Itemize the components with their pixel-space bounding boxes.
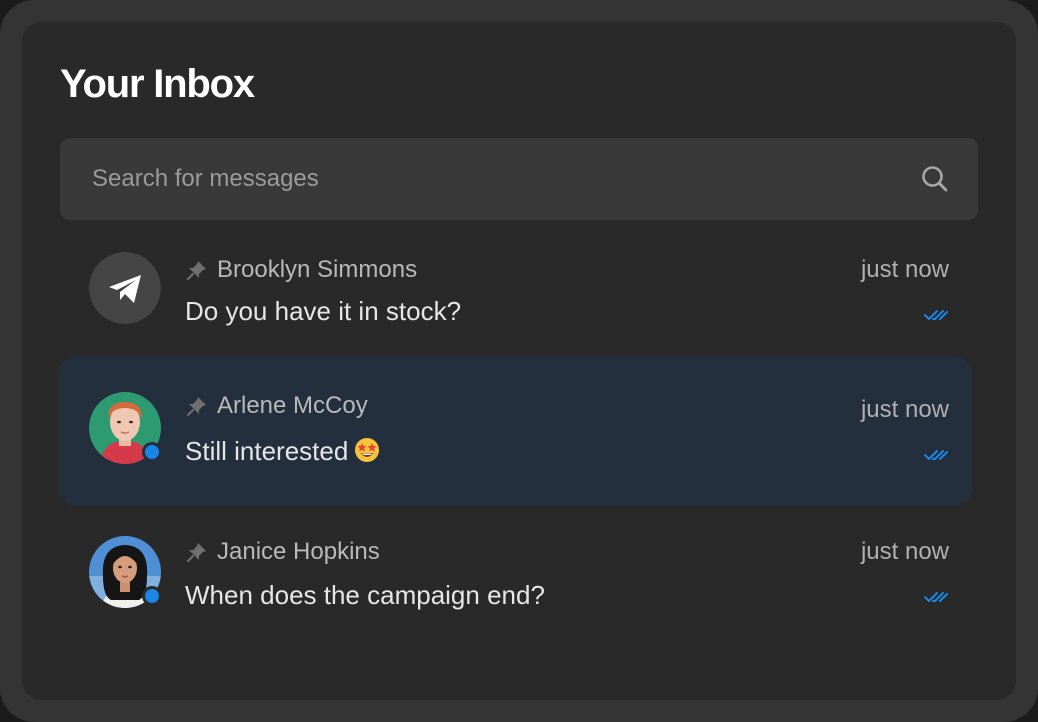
timestamp: just now [860, 538, 949, 565]
double-check-icon [924, 448, 948, 462]
search-input[interactable] [90, 164, 920, 194]
avatar [89, 392, 162, 464]
timestamp: just now [860, 256, 949, 283]
telegram-icon [89, 252, 161, 324]
sender-name: Arlene McCoy [217, 392, 368, 419]
timestamp: just now [860, 396, 949, 423]
sender-name: Brooklyn Simmons [217, 256, 418, 283]
conversation-item-selected[interactable]: Arlene McCoy Still interested just now [58, 356, 972, 506]
page-title: Your Inbox [60, 62, 255, 106]
double-check-icon [924, 590, 948, 604]
message-preview: When does the campaign end? [185, 580, 545, 610]
sender-name: Janice Hopkins [217, 538, 380, 565]
search-bar[interactable] [60, 138, 978, 220]
star-struck-emoji-icon [355, 438, 380, 462]
online-status-dot [142, 586, 162, 606]
conversation-item[interactable]: Janice Hopkins When does the campaign en… [58, 506, 972, 656]
inbox-panel: Your Inbox Search for messages Brooklyn … [22, 22, 1016, 700]
pin-icon [186, 395, 208, 417]
inbox-window-frame: Your Inbox Search for messages Brooklyn … [0, 0, 1038, 722]
message-preview: Still interested [185, 434, 380, 468]
avatar [89, 536, 162, 608]
pin-icon [186, 259, 208, 281]
conversation-item[interactable]: Brooklyn Simmons Do you have it in stock… [58, 222, 972, 372]
message-text: Still interested [185, 436, 349, 466]
message-preview: Do you have it in stock? [185, 296, 462, 326]
online-status-dot [142, 442, 162, 462]
double-check-icon [924, 308, 948, 322]
avatar [89, 252, 161, 324]
pin-icon [186, 541, 208, 563]
search-icon[interactable] [920, 164, 950, 194]
